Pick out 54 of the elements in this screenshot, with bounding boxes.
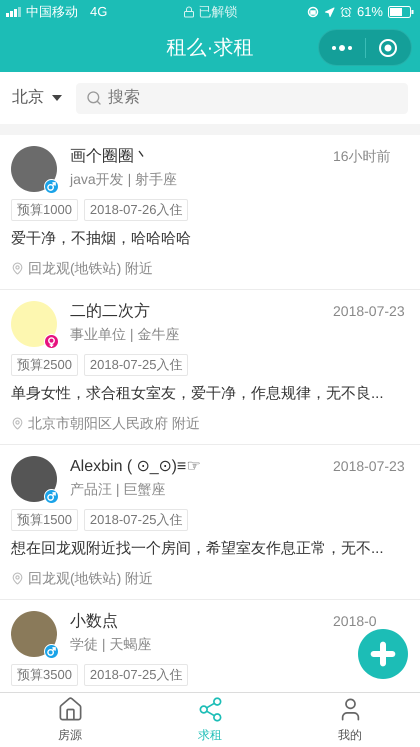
user-name: Alexbin ( ⊙_⊙)≡☞ [70, 457, 200, 477]
budget-tag: 预算1500 [11, 509, 78, 531]
user-meta: 产品汪 | 巨蟹座 [70, 480, 166, 499]
share-icon [196, 696, 224, 723]
house-icon [56, 696, 84, 723]
post-description: 想在回龙观附近找一个房间，希望室友作息正常，无不... [11, 539, 385, 559]
move-in-tag: 2018-07-26入住 [84, 199, 188, 221]
move-in-tag: 2018-07-25入住 [84, 664, 188, 686]
user-name: 二的二次方 [70, 302, 150, 322]
location-text: 北京市朝阳区人民政府 附近 [28, 414, 200, 433]
signal-icon [6, 7, 22, 17]
location-text: 回龙观(地铁站) 附近 [28, 259, 154, 278]
lock-status-text: 已解锁 [198, 3, 238, 22]
carrier-text: 中国移动 [26, 3, 78, 22]
user-meta: 事业单位 | 金牛座 [70, 325, 180, 344]
tab-item[interactable]: 我的 [280, 693, 420, 747]
location-text: 回龙观(地铁站) 附近 [28, 569, 154, 588]
post-description: 单身女性，求合租女室友，爱干净，作息规律，无不良... [11, 384, 385, 404]
city-selector[interactable]: 北京 [12, 86, 62, 110]
battery-icon [388, 6, 414, 18]
male-badge-icon [44, 644, 59, 659]
user-name: 画个圈圈丶 [70, 147, 150, 167]
location-arrow-icon [324, 6, 335, 18]
post-time: 2018-07-23 [333, 457, 405, 476]
location-pin-icon [11, 572, 24, 584]
alarm-icon [340, 6, 352, 18]
user-meta: java开发 | 射手座 [70, 170, 178, 189]
male-badge-icon [44, 179, 59, 194]
search-field[interactable]: 搜索 [76, 82, 408, 114]
location-pin-icon [11, 416, 24, 430]
move-in-tag: 2018-07-25入住 [84, 354, 188, 376]
search-icon [86, 90, 102, 106]
post-time: 16小时前 [333, 147, 391, 166]
budget-tag: 预算1000 [11, 199, 78, 221]
post-time: 2018-07-23 [333, 302, 405, 321]
tab-item[interactable]: 房源 [0, 693, 140, 747]
budget-tag: 预算3500 [11, 664, 78, 686]
close-target-icon[interactable] [378, 38, 398, 58]
female-badge-icon [44, 334, 59, 349]
post-time: 2018-0 [333, 612, 377, 631]
more-icon[interactable] [332, 44, 352, 50]
battery-percent: 61% [356, 3, 383, 22]
user-meta: 学徒 | 天蝎座 [70, 635, 152, 654]
budget-tag: 预算2500 [11, 354, 78, 376]
move-in-tag: 2018-07-25入住 [84, 509, 188, 531]
caret-icon [52, 95, 62, 101]
post-description: 爱干净，不抽烟，哈哈哈哈 [11, 229, 192, 249]
rotation-lock-icon [306, 6, 319, 18]
user-name: 小数点 [70, 612, 118, 632]
male-badge-icon [44, 489, 59, 504]
page-title: 租么·求租 [166, 36, 254, 61]
network-text: 4G [90, 3, 108, 22]
location-pin-icon [11, 262, 24, 274]
lock-icon [182, 6, 194, 18]
